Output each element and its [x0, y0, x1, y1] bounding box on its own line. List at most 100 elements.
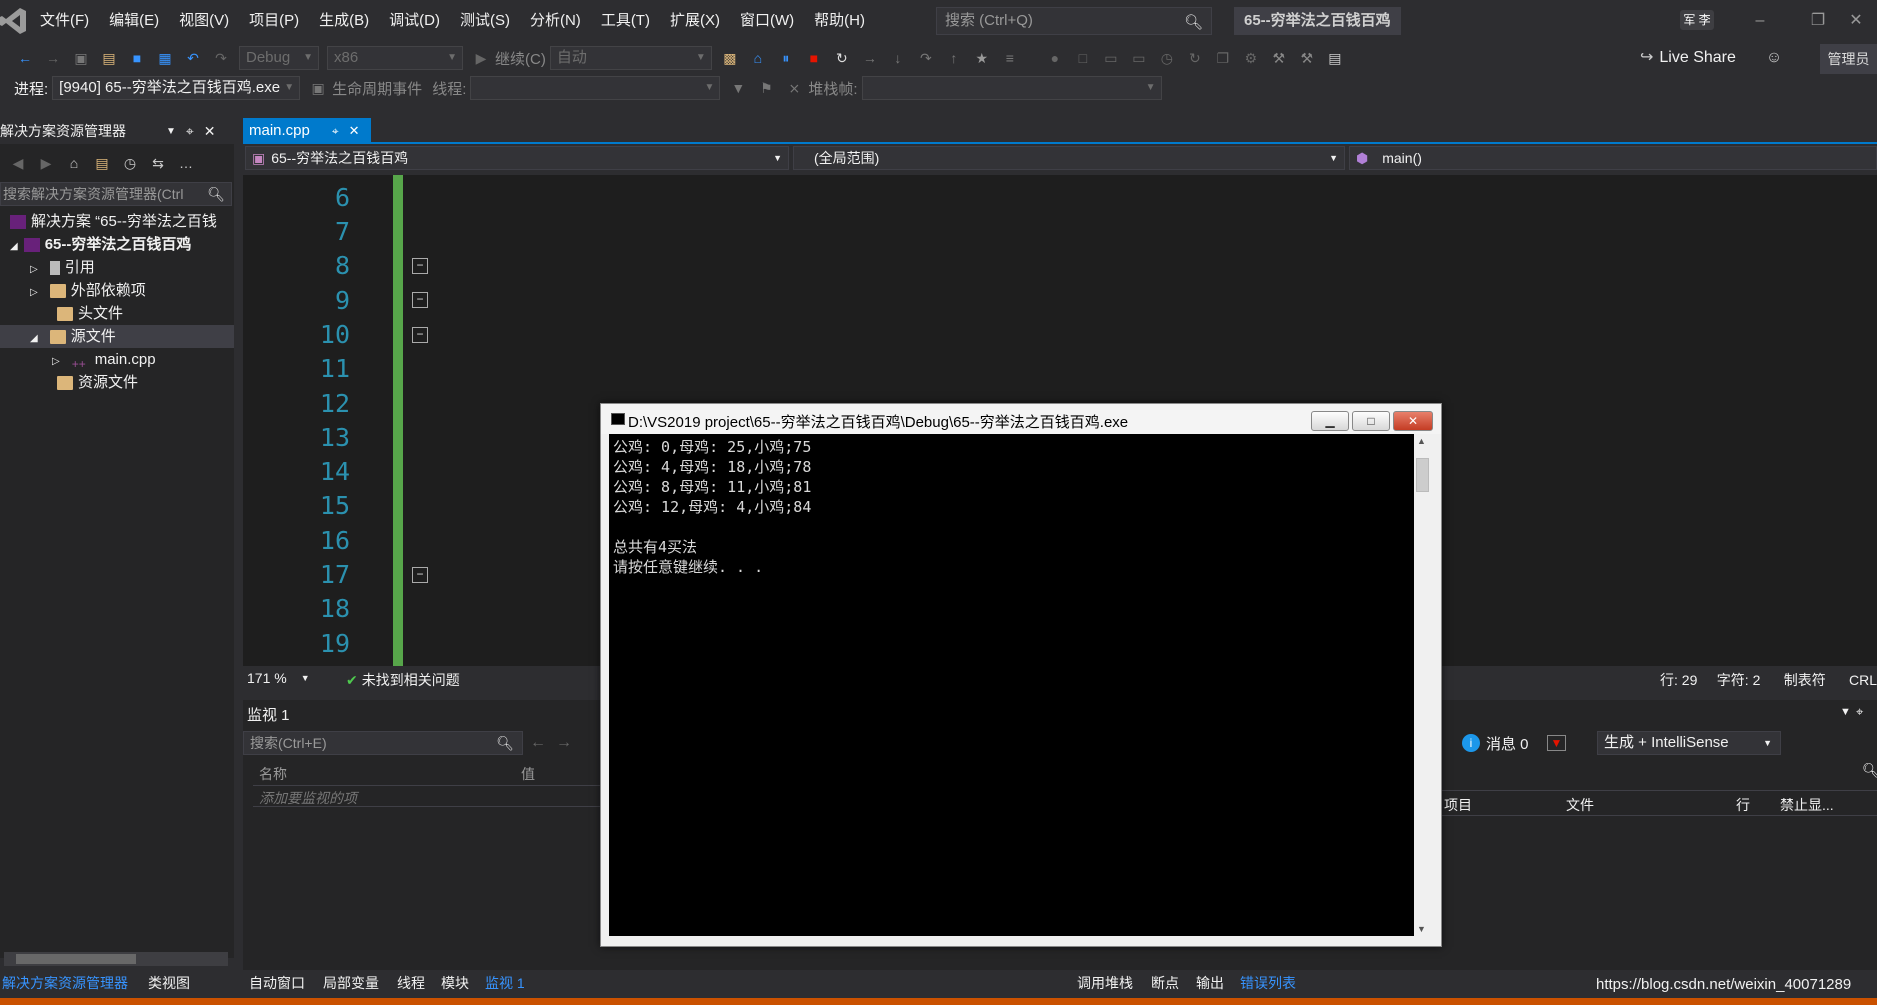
tree-item-header-files[interactable]: 头文件 — [0, 302, 234, 325]
step-into-icon[interactable]: ↓ — [887, 47, 909, 69]
minimize-icon[interactable]: – — [1740, 8, 1780, 34]
show-next-statement-icon[interactable]: → — [859, 47, 881, 69]
sync-icon[interactable]: ⇆ — [147, 152, 169, 174]
settings-icon[interactable]: ⚙ — [1240, 47, 1262, 69]
col-file[interactable]: 文件 — [1566, 795, 1594, 815]
tree-item-references[interactable]: ▷ 引用 — [0, 256, 234, 279]
tree-item-resource-files[interactable]: 资源文件 — [0, 371, 234, 394]
console-scrollbar[interactable]: ▲ ▼ — [1414, 434, 1431, 936]
tree-item-source-files[interactable]: ◢ 源文件 — [0, 325, 234, 348]
forward-icon[interactable]: → — [556, 734, 572, 752]
expand-arrow-icon[interactable]: ▷ — [52, 356, 60, 367]
col-name[interactable]: 名称 — [259, 764, 287, 784]
scroll-up-icon[interactable]: ▲ — [1417, 436, 1426, 446]
save-icon[interactable]: ■ — [126, 47, 148, 69]
menu-analyze[interactable]: 分析(N) — [520, 0, 591, 42]
close-icon[interactable]: ✕ — [1836, 8, 1876, 34]
expand-threads-icon[interactable]: ⨯ — [783, 77, 805, 99]
tab-main-cpp[interactable]: main.cpp ⌖ ✕ — [243, 118, 371, 144]
home-icon[interactable]: ⌂ — [747, 47, 769, 69]
breakpoint-icon[interactable]: ● — [1044, 47, 1066, 69]
search-icon[interactable]: 🔍︎ — [1862, 762, 1877, 779]
tree-item-solution[interactable]: 解决方案 “65--穷举法之百钱 — [0, 210, 234, 233]
new-project-icon[interactable]: ▣ — [70, 47, 92, 69]
process-select[interactable]: [9940] 65--穷举法之百钱百鸡.exe ▼ — [52, 76, 301, 100]
dropdown-icon[interactable]: ▼ — [1840, 706, 1851, 718]
quick-launch-search[interactable]: 搜索 (Ctrl+Q) 🔍︎ — [936, 7, 1212, 35]
stack-frame-select[interactable]: ▼ — [861, 76, 1162, 100]
wrench-icon[interactable]: ⚒ — [1268, 47, 1290, 69]
tab-output[interactable]: 输出 — [1196, 973, 1224, 993]
collapse-region-icon[interactable]: − — [412, 567, 428, 583]
debug-target-select[interactable]: 自动 ▼ — [549, 46, 712, 70]
solution-configuration-select[interactable]: Debug ▼ — [239, 46, 319, 70]
menu-window[interactable]: 窗口(W) — [730, 0, 804, 42]
pause-icon[interactable]: ⏸︎ — [775, 47, 797, 69]
back-icon[interactable]: ◀ — [7, 152, 29, 174]
forward-icon[interactable]: ▶ — [35, 152, 57, 174]
hot-reload-icon[interactable]: ★ — [971, 47, 993, 69]
history-icon[interactable]: ◷ — [1156, 47, 1178, 69]
tab-watch-1[interactable]: 监视 1 — [485, 973, 525, 993]
tab-call-stack[interactable]: 调用堆栈 — [1077, 973, 1133, 993]
menu-tools[interactable]: 工具(T) — [591, 0, 660, 42]
collapse-region-icon[interactable]: − — [412, 258, 428, 274]
more-icon[interactable]: … — [175, 152, 197, 174]
issues-indicator[interactable]: ✔ 未找到相关问题 — [346, 670, 460, 690]
tree-item-project[interactable]: ◢ 65--穷举法之百钱百鸡 — [0, 233, 234, 256]
live-share-button[interactable]: ↪ Live Share ☺ — [1640, 46, 1782, 70]
redo-icon[interactable]: ↷ — [210, 47, 232, 69]
open-folder-icon[interactable]: ▤ — [98, 47, 120, 69]
console-maximize-button[interactable]: □ — [1352, 411, 1390, 431]
tree-item-external-dependencies[interactable]: ▷ 外部依赖项 — [0, 279, 234, 302]
pin-icon[interactable]: ⌖ — [1856, 704, 1863, 720]
forward-icon[interactable]: → — [42, 47, 64, 69]
col-value[interactable]: 值 — [521, 764, 535, 784]
project-nav-select[interactable]: ▣ 65--穷举法之百钱百鸡 ▼ — [245, 146, 789, 170]
undo-icon[interactable]: ↶ — [182, 47, 204, 69]
menu-test[interactable]: 测试(S) — [450, 0, 520, 42]
horizontal-scrollbar[interactable] — [4, 952, 228, 966]
tab-solution-explorer[interactable]: 解决方案资源管理器 — [2, 973, 128, 993]
filter-icon[interactable]: ▼ — [1546, 735, 1567, 751]
tab-threads[interactable]: 线程 — [397, 973, 425, 993]
step-over-icon[interactable]: ↷ — [915, 47, 937, 69]
console-minimize-button[interactable]: ▁ — [1311, 411, 1349, 431]
menu-project[interactable]: 项目(P) — [239, 0, 309, 42]
scroll-down-icon[interactable]: ▼ — [1417, 924, 1426, 934]
expand-arrow-icon[interactable]: ▷ — [30, 287, 38, 298]
tab-locals[interactable]: 局部变量 — [323, 973, 379, 993]
watch-search[interactable]: 搜索(Ctrl+E) 🔍︎ — [243, 731, 523, 755]
menu-extensions[interactable]: 扩展(X) — [660, 0, 730, 42]
collapse-region-icon[interactable]: − — [412, 327, 428, 343]
switch-view-icon[interactable]: ▤ — [91, 152, 113, 174]
refresh-icon[interactable]: ↻ — [1184, 47, 1206, 69]
collapse-region-icon[interactable]: − — [412, 292, 428, 308]
comment-icon[interactable]: ▭ — [1100, 47, 1122, 69]
tree-item-main-cpp[interactable]: ▷ ++ main.cpp — [0, 348, 234, 371]
lifecycle-icon[interactable]: ▣ — [307, 77, 329, 99]
scope-nav-select[interactable]: (全局范围) ▼ — [793, 146, 1345, 170]
build-intellisense-select[interactable]: 生成 + IntelliSense ▼ — [1597, 731, 1781, 755]
home-icon[interactable]: ⌂ — [63, 152, 85, 174]
filter-icon[interactable]: ▼ — [727, 77, 749, 99]
diagnostics-icon[interactable]: ▩ — [719, 47, 741, 69]
tab-autos[interactable]: 自动窗口 — [249, 973, 305, 993]
messages-filter[interactable]: 消息 0 — [1486, 733, 1529, 754]
lifecycle-events-label[interactable]: 生命周期事件 — [332, 78, 422, 99]
menu-build[interactable]: 生成(B) — [309, 0, 379, 42]
col-project[interactable]: 项目 — [1444, 795, 1472, 815]
member-nav-select[interactable]: ⬢ main() — [1349, 146, 1877, 170]
tab-error-list[interactable]: 错误列表 — [1240, 973, 1296, 993]
col-line[interactable]: 行 — [1736, 795, 1750, 815]
thread-select[interactable]: ▼ — [470, 76, 721, 100]
collapse-arrow-icon[interactable]: ◢ — [30, 333, 38, 344]
dropdown-icon[interactable]: ▼ — [166, 126, 176, 137]
tab-breakpoints[interactable]: 断点 — [1151, 973, 1179, 993]
back-icon[interactable]: ← — [530, 734, 546, 752]
restart-icon[interactable]: ↻ — [831, 47, 853, 69]
feedback-icon[interactable]: ☺ — [1766, 46, 1782, 70]
menu-debug[interactable]: 调试(D) — [379, 0, 450, 42]
diagram-icon[interactable]: ▤ — [1324, 47, 1346, 69]
tool-icon[interactable]: ⚒ — [1296, 47, 1318, 69]
